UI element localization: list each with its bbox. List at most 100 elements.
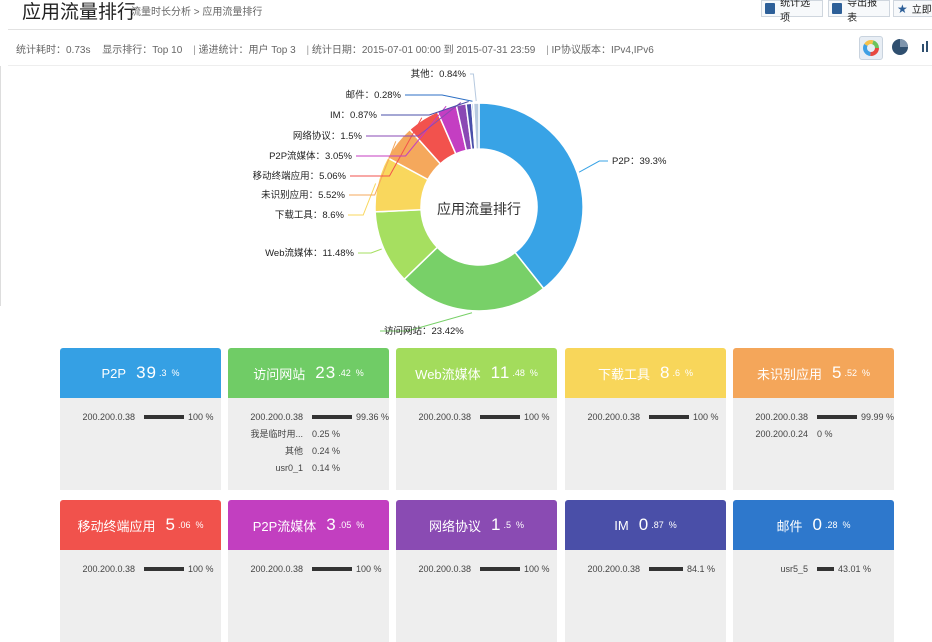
leader-line xyxy=(348,183,377,216)
card-title: 下载工具 xyxy=(597,366,650,382)
export-report-button[interactable]: 导出报表 xyxy=(828,0,890,24)
row-label: 200.200.0.38 xyxy=(418,411,471,422)
button-label: 统计选项 xyxy=(780,0,811,24)
chart-slice-label: 移动终端应用：5.06% xyxy=(253,170,347,182)
row-bar xyxy=(480,414,520,419)
card-body: 200.200.0.38 84.1 % xyxy=(565,550,726,642)
app-card[interactable]: 网络协议 1.5% 200.200.0.38 100 % xyxy=(396,500,557,642)
breadcrumb: 流量时长分析 > 应用流量排行 xyxy=(131,3,262,18)
row-value: 0 % xyxy=(817,428,833,439)
card-percent-symbol: % xyxy=(668,520,677,530)
info-separator: | xyxy=(193,45,196,56)
card-percent-decimal: .28 xyxy=(824,520,838,530)
card-percent-symbol: % xyxy=(171,368,180,378)
card-percent-symbol: % xyxy=(195,520,204,530)
card-body: usr5_5 43.01 % xyxy=(733,550,894,642)
card-body: 200.200.0.38 100 % xyxy=(396,550,557,642)
card-body: 200.200.0.38 100 % xyxy=(228,550,389,642)
donut-view-button[interactable] xyxy=(859,36,883,60)
row-value: 0.14 % xyxy=(312,462,341,473)
card-percent-decimal: .05 xyxy=(338,520,352,530)
card-percent: 11 xyxy=(490,363,511,382)
export-icon xyxy=(832,3,843,14)
card-percent-decimal: .06 xyxy=(177,520,191,530)
button-label: 立即 xyxy=(911,5,932,16)
app-card[interactable]: 未识别应用 5.52% 200.200.0.38 99.99 % 200.200.0.2… xyxy=(733,348,894,490)
row-bar xyxy=(649,566,683,571)
card-header[interactable]: P2P流媒体 3.05% xyxy=(228,500,389,550)
bar-icon xyxy=(922,41,928,52)
card-header[interactable]: IM 0.87% xyxy=(565,500,726,550)
row-label: usr0_1 xyxy=(275,462,303,473)
card-title: 未识别应用 xyxy=(756,366,822,382)
card-title: 移动终端应用 xyxy=(77,518,156,534)
info-item: 统计日期：2015-07-01 00:00 到 2015-07-31 23:59 xyxy=(311,45,536,56)
card-body: 200.200.0.38 99.99 % 200.200.0.24 0 % xyxy=(733,398,894,490)
card-percent-decimal: .87 xyxy=(651,520,664,530)
row-value: 100 % xyxy=(524,563,550,574)
row-bar xyxy=(480,566,520,571)
row-value: 0.24 % xyxy=(312,445,341,456)
app-card[interactable]: IM 0.87% 200.200.0.38 84.1 % xyxy=(565,500,726,642)
app-card[interactable]: 邮件 0.28% usr5_5 43.01 % xyxy=(733,500,894,642)
info-separator: | xyxy=(546,45,549,56)
chart-slice-label: 网络协议：1.5% xyxy=(293,130,363,142)
row-bar xyxy=(144,414,184,419)
card-title: P2P xyxy=(101,365,127,381)
row-label: 200.200.0.38 xyxy=(82,411,135,422)
chart-slice-label: IM：0.87% xyxy=(330,110,378,121)
row-value: 99.36 % xyxy=(355,411,389,422)
donut-chart: P2P：39.3% 访问网站：23.42% Web流媒体：11.48% 下载工具：8.… xyxy=(253,68,667,337)
row-label: 200.200.0.38 xyxy=(250,563,303,574)
row-label: 我是临时用... xyxy=(250,429,303,439)
stats-options-button[interactable]: 统计选项 xyxy=(761,0,823,24)
card-header[interactable]: 未识别应用 5.52% xyxy=(733,348,894,398)
card-header[interactable]: 移动终端应用 5.06% xyxy=(60,500,221,550)
info-item: 递进统计：用户 Top 3 xyxy=(198,45,296,56)
row-label: 200.200.0.38 xyxy=(250,411,303,422)
chart-slice-label: P2P流媒体：3.05% xyxy=(269,150,352,162)
card-title: 邮件 xyxy=(776,518,803,534)
info-item: IP协议版本：IPv4,IPv6 xyxy=(551,45,654,56)
row-value: 99.99 % xyxy=(860,411,894,422)
app-card[interactable]: P2P流媒体 3.05% 200.200.0.38 100 % xyxy=(228,500,389,642)
card-user-row: 200.200.0.38 100 % xyxy=(228,560,389,577)
bar-view-button[interactable] xyxy=(918,36,932,58)
card-title: Web流媒体 xyxy=(415,366,481,382)
breadcrumb-item[interactable]: 流量时长分析 xyxy=(131,7,191,18)
row-label: 200.200.0.24 xyxy=(755,428,808,439)
card-header[interactable]: 邮件 0.28% xyxy=(733,500,894,550)
card-percent-symbol: % xyxy=(356,520,365,530)
app-card[interactable]: 移动终端应用 5.06% 200.200.0.38 100 % xyxy=(60,500,221,642)
card-title: 网络协议 xyxy=(428,518,481,534)
breadcrumb-separator: > xyxy=(193,7,200,18)
card-header[interactable]: 网络协议 1.5% xyxy=(396,500,557,550)
card-user-row: usr0_1 0.14 % xyxy=(228,459,389,476)
info-item: 统计耗时：0.73s xyxy=(16,45,91,56)
card-body: 200.200.0.38 100 % xyxy=(396,398,557,490)
pie-view-button[interactable] xyxy=(889,36,911,58)
card-header[interactable]: Web流媒体 11.48% xyxy=(396,348,557,398)
card-header[interactable]: P2P 39.3% xyxy=(60,348,221,398)
breadcrumb-item: 应用流量排行 xyxy=(202,7,263,18)
app-card[interactable]: P2P 39.3% 200.200.0.38 100 % xyxy=(60,348,221,490)
card-user-row: 我是临时用... 0.25 % xyxy=(228,425,389,442)
app-card[interactable]: 下载工具 8.6% 200.200.0.38 100 % xyxy=(565,348,726,490)
page-title: 应用流量排行 xyxy=(22,2,137,23)
row-label: 200.200.0.38 xyxy=(587,411,640,422)
card-user-row: 200.200.0.38 100 % xyxy=(60,560,221,577)
row-value: 0.25 % xyxy=(312,428,341,439)
card-header[interactable]: 访问网站 23.42% xyxy=(228,348,389,398)
card-percent: 0 xyxy=(638,515,650,534)
row-value: 100 % xyxy=(356,563,382,574)
chart-slice[interactable] xyxy=(478,102,584,290)
app-card[interactable]: 访问网站 23.42% 200.200.0.38 99.36 % 我是临时用... 0.2… xyxy=(228,348,389,490)
card-user-row: usr5_5 43.01 % xyxy=(733,560,894,577)
chart-slice-label: 其他：0.84% xyxy=(411,68,467,80)
immediate-button[interactable]: ★ 立即 xyxy=(893,0,932,17)
card-percent: 3 xyxy=(326,515,337,534)
row-label: 200.200.0.38 xyxy=(82,563,135,574)
row-bar xyxy=(816,414,857,419)
app-card[interactable]: Web流媒体 11.48% 200.200.0.38 100 % xyxy=(396,348,557,490)
card-header[interactable]: 下载工具 8.6% xyxy=(565,348,726,398)
